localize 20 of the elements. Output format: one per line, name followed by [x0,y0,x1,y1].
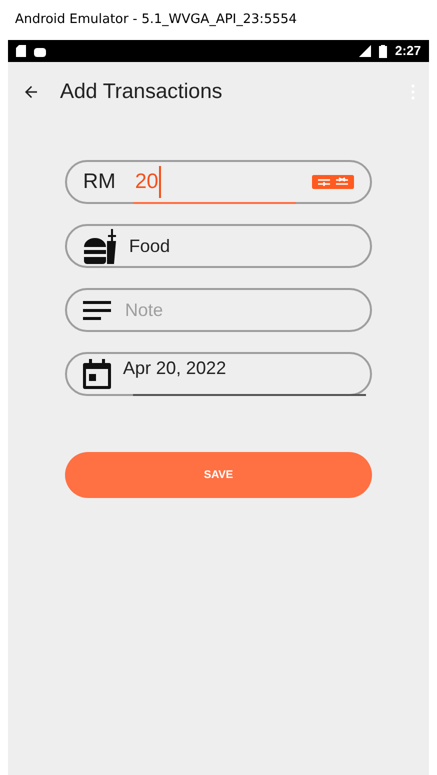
calculator-icon[interactable] [312,175,354,189]
status-time: 2:27 [394,42,421,60]
calendar-icon [83,359,111,389]
date-field[interactable]: Apr 20, 2022 [65,352,372,396]
category-value: Food [129,234,170,258]
signal-icon [358,45,371,57]
note-input[interactable]: Note [125,296,354,324]
date-value: Apr 20, 2022 [123,356,226,380]
battery-icon [378,44,387,58]
category-field[interactable]: Food [65,224,372,268]
amount-value: 20 [135,166,162,198]
fastfood-icon [83,227,117,265]
window-title: Android Emulator - 5.1_WVGA_API_23:5554 [15,11,297,30]
screen-title: Add Transactions [60,79,224,106]
amount-field[interactable]: RM 20 [65,160,372,204]
note-field[interactable]: Note [65,288,372,332]
android-icon [34,46,46,56]
currency-label: RM [83,169,117,196]
sd-card-icon [16,45,26,57]
notes-icon [83,300,113,320]
